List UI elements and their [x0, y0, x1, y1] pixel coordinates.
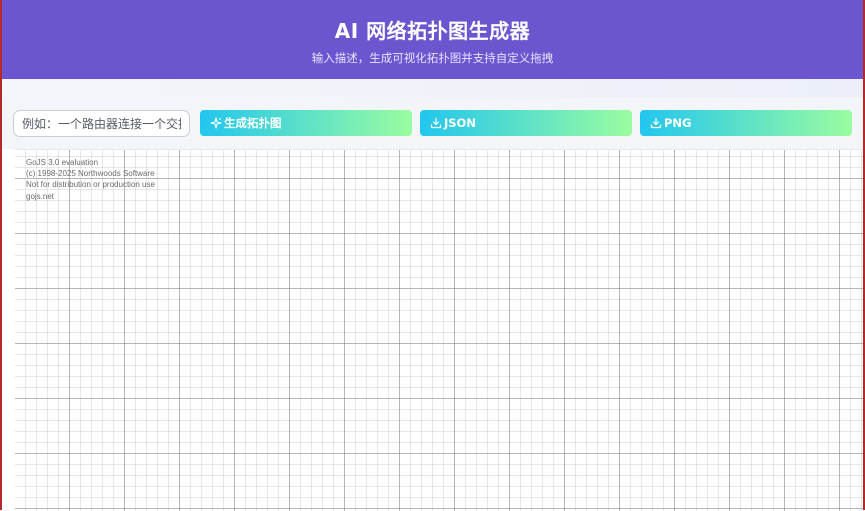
page-title: AI 网络拓扑图生成器 [334, 19, 531, 43]
page-subtitle: 输入描述，生成可视化拓扑图并支持自定义拖拽 [311, 51, 554, 65]
watermark-line: (c) 1998-2025 Northwoods Software [26, 169, 155, 179]
generate-topology-button[interactable]: 生成拓扑图 [200, 110, 412, 136]
download-json-label: JSON [444, 116, 476, 130]
prompt-input[interactable] [13, 110, 190, 137]
download-icon [430, 117, 442, 129]
gojs-watermark: GoJS 3.0 evaluation (c) 1998-2025 Northw… [26, 157, 155, 202]
download-icon [650, 117, 662, 129]
watermark-line: GoJS 3.0 evaluation [26, 158, 99, 167]
app-header: AI 网络拓扑图生成器 输入描述，生成可视化拓扑图并支持自定义拖拽 [2, 0, 863, 79]
watermark-line: Not for distribution or production use [26, 180, 155, 190]
download-png-label: PNG [664, 116, 692, 130]
download-json-button[interactable]: JSON [420, 110, 632, 136]
toolbar: 生成拓扑图 JSON PNG [2, 97, 863, 149]
generate-topology-label: 生成拓扑图 [224, 116, 282, 130]
sparkle-icon [210, 117, 222, 129]
canvas-left-margin [2, 149, 15, 510]
topology-canvas[interactable]: GoJS 3.0 evaluation (c) 1998-2025 Northw… [15, 149, 863, 511]
watermark-line: gojs.net [26, 191, 55, 201]
header-divider-band [2, 79, 863, 97]
download-png-button[interactable]: PNG [640, 110, 852, 136]
